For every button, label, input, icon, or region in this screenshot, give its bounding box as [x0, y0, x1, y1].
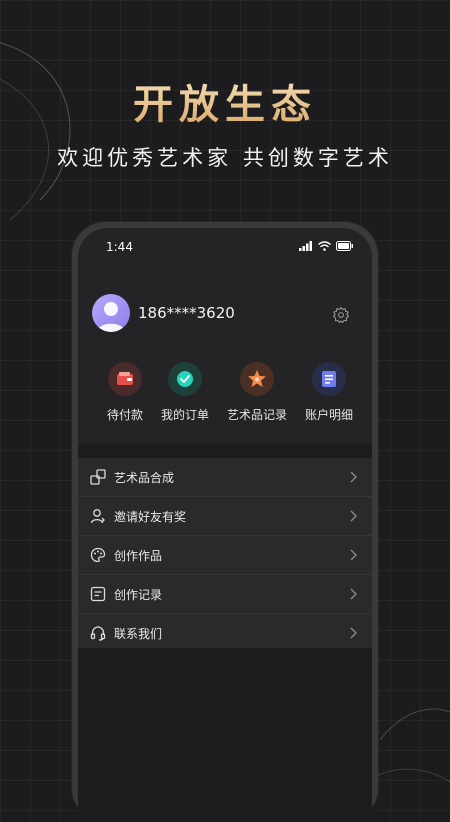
- settings-gear-icon[interactable]: [332, 306, 350, 324]
- document-icon: [322, 371, 336, 387]
- quick-icon-bg: [168, 362, 202, 396]
- status-icons: [299, 241, 354, 251]
- menu-item-create-works[interactable]: 创作作品: [78, 536, 372, 575]
- quick-icon-bg: [312, 362, 346, 396]
- palette-icon: [90, 547, 106, 563]
- chevron-right-icon: [350, 471, 357, 483]
- compose-icon: [90, 469, 106, 485]
- user-phone: 186****3620: [138, 304, 235, 322]
- promo-headline: 开放生态: [0, 72, 450, 130]
- quick-action-label: 我的订单: [160, 408, 209, 422]
- menu-item-label: 艺术品合成: [114, 470, 175, 485]
- battery-icon: [336, 241, 353, 251]
- menu-item-art-synthesis[interactable]: 艺术品合成: [78, 458, 372, 497]
- chevron-right-icon: [350, 510, 357, 522]
- menu-item-label: 邀请好友有奖: [114, 509, 187, 524]
- wallet-icon: [117, 372, 133, 385]
- menu-item-creation-records[interactable]: 创作记录: [78, 575, 372, 614]
- chevron-right-icon: [350, 627, 357, 639]
- phone-screen: 1:44 186****3620 待付款 我的订单 艺术品记录 账户明细 艺术品…: [78, 228, 372, 822]
- quick-actions: 待付款 我的订单 艺术品记录 账户明细: [78, 362, 372, 432]
- invite-user-icon: [90, 509, 105, 524]
- status-time: 1:44: [106, 240, 133, 254]
- signal-icon: [299, 241, 312, 251]
- user-avatar-icon: [97, 302, 125, 332]
- record-icon: [90, 586, 106, 602]
- chevron-right-icon: [350, 588, 357, 600]
- menu-list: 艺术品合成 邀请好友有奖 创作作品 创作记录 联系我们: [78, 458, 372, 648]
- quick-icon-bg: [240, 362, 274, 396]
- chevron-right-icon: [350, 549, 357, 561]
- menu-item-invite-friends[interactable]: 邀请好友有奖: [78, 497, 372, 536]
- menu-item-label: 创作作品: [114, 548, 163, 563]
- quick-action-art-records[interactable]: 艺术品记录: [217, 362, 297, 423]
- promo-subline: 欢迎优秀艺术家 共创数字艺术: [57, 146, 393, 170]
- headset-icon: [90, 626, 106, 641]
- menu-item-label: 创作记录: [114, 587, 163, 602]
- quick-action-label: 账户明细: [304, 408, 353, 422]
- quick-action-my-orders[interactable]: 我的订单: [145, 362, 225, 423]
- profile-header: 1:44 186****3620 待付款 我的订单 艺术品记录 账户明细: [78, 228, 372, 444]
- phone-mockup: 1:44 186****3620 待付款 我的订单 艺术品记录 账户明细 艺术品…: [72, 222, 378, 822]
- wifi-icon: [318, 241, 331, 251]
- menu-item-label: 联系我们: [114, 626, 163, 641]
- avatar[interactable]: [92, 294, 130, 332]
- menu-item-contact-us[interactable]: 联系我们: [78, 614, 372, 652]
- quick-icon-bg: [108, 362, 142, 396]
- check-circle-icon: [177, 371, 193, 387]
- star-icon: [248, 370, 266, 387]
- quick-action-label: 艺术品记录: [226, 408, 287, 422]
- quick-action-account-details[interactable]: 账户明细: [289, 362, 369, 423]
